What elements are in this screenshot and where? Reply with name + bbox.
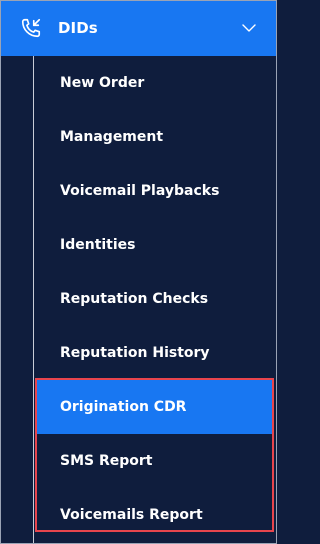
phone-incoming-icon xyxy=(21,18,41,38)
submenu-item-voicemails-report[interactable]: Voicemails Report xyxy=(36,488,273,542)
submenu-item-label: Voicemails Report xyxy=(60,507,203,523)
chevron-down-icon[interactable] xyxy=(241,21,257,35)
submenu-item-management[interactable]: Management xyxy=(36,110,273,164)
submenu-item-voicemail-playbacks[interactable]: Voicemail Playbacks xyxy=(36,164,273,218)
menu-title: DIDs xyxy=(58,19,98,37)
submenu-item-label: New Order xyxy=(60,75,145,91)
submenu-item-identities[interactable]: Identities xyxy=(36,218,273,272)
submenu-item-label: Identities xyxy=(60,237,136,253)
submenu-item-origination-cdr[interactable]: Origination CDR xyxy=(36,380,273,434)
submenu-item-reputation-history[interactable]: Reputation History xyxy=(36,326,273,380)
submenu-item-label: SMS Report xyxy=(60,453,153,469)
dids-menu-header[interactable]: DIDs xyxy=(0,0,277,56)
submenu-item-label: Reputation History xyxy=(60,345,210,361)
submenu-item-new-order[interactable]: New Order xyxy=(36,56,273,110)
submenu-item-label: Management xyxy=(60,129,164,145)
tree-connector-line xyxy=(33,56,34,544)
submenu-item-label: Voicemail Playbacks xyxy=(60,183,220,199)
submenu-item-sms-report[interactable]: SMS Report xyxy=(36,434,273,488)
submenu-item-reputation-checks[interactable]: Reputation Checks xyxy=(36,272,273,326)
submenu-item-label: Reputation Checks xyxy=(60,291,209,307)
submenu-item-label: Origination CDR xyxy=(60,399,187,415)
